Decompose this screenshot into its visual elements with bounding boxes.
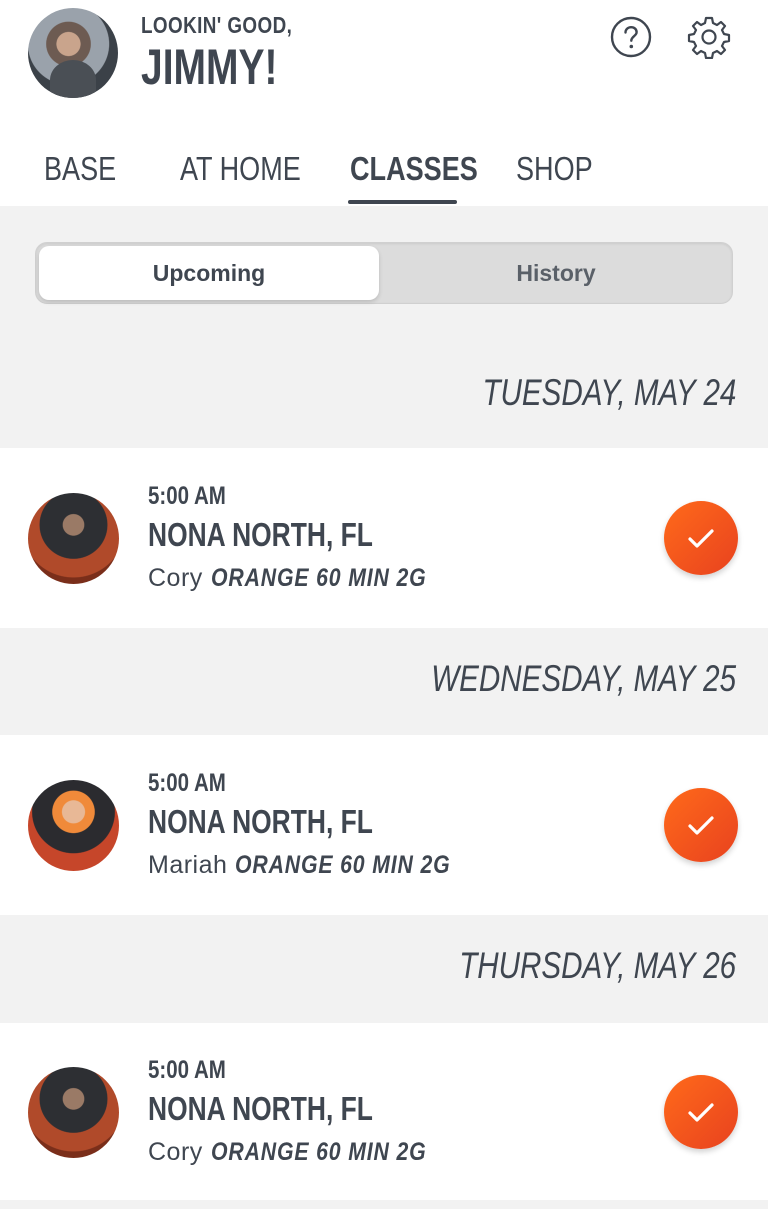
upcoming-history-toggle: Upcoming History [35, 242, 733, 304]
day-header: WEDNESDAY, MAY 25 [0, 628, 768, 735]
day-label: THURSDAY, MAY 26 [459, 945, 736, 986]
coach-avatar [28, 1067, 119, 1158]
class-time: 5:00 AM [148, 482, 226, 510]
app-header: LOOKIN' GOOD, JIMMY! [0, 0, 768, 120]
class-type: ORANGE 60 MIN 2G [210, 1138, 427, 1166]
class-card[interactable]: 5:00 AM NONA NORTH, FL Mariah ORANGE 60 M… [0, 735, 768, 915]
class-card[interactable]: 5:00 AM NONA NORTH, FL Cory ORANGE 60 MIN… [0, 1023, 768, 1200]
coach-avatar [28, 780, 119, 871]
settings-button[interactable] [687, 15, 731, 59]
booked-check-button[interactable] [664, 1075, 738, 1149]
coach-name: Cory [148, 564, 203, 592]
greeting-line1: LOOKIN' GOOD, [141, 12, 293, 38]
main-tabs: BASE AT HOME CLASSES SHOP [0, 140, 768, 206]
tab-base[interactable]: BASE [44, 150, 116, 188]
booked-check-button[interactable] [664, 788, 738, 862]
class-location: NONA NORTH, FL [148, 803, 373, 840]
booked-check-button[interactable] [664, 501, 738, 575]
help-button[interactable] [609, 15, 653, 59]
profile-avatar[interactable] [28, 8, 118, 98]
class-card[interactable]: 5:00 AM NONA NORTH, FL Cory ORANGE 60 MIN… [0, 448, 768, 628]
coach-avatar [28, 493, 119, 584]
segment-upcoming[interactable]: Upcoming [39, 246, 379, 300]
help-circle-icon [610, 16, 652, 58]
tab-shop[interactable]: SHOP [516, 150, 593, 188]
tab-classes[interactable]: CLASSES [350, 150, 478, 188]
day-header: TUESDAY, MAY 24 [0, 354, 768, 448]
class-coach-line: Mariah ORANGE 60 MIN 2G [148, 851, 489, 880]
check-icon [688, 529, 714, 548]
day-header: THURSDAY, MAY 26 [0, 915, 768, 1023]
greeting-name: JIMMY! [141, 39, 278, 95]
tab-at-home[interactable]: AT HOME [180, 150, 301, 188]
gear-icon [687, 16, 731, 59]
class-time: 5:00 AM [148, 769, 226, 797]
coach-name: Cory [148, 1138, 203, 1166]
active-tab-indicator [348, 200, 457, 204]
class-location: NONA NORTH, FL [148, 1090, 373, 1127]
segment-area: Upcoming History [0, 206, 768, 354]
class-coach-line: Cory ORANGE 60 MIN 2G [148, 564, 464, 593]
coach-name: Mariah [148, 851, 228, 879]
class-location: NONA NORTH, FL [148, 516, 373, 553]
bottom-band [0, 1200, 768, 1209]
class-type: ORANGE 60 MIN 2G [210, 564, 427, 592]
check-icon [688, 816, 714, 835]
day-label: WEDNESDAY, MAY 25 [431, 658, 736, 699]
class-coach-line: Cory ORANGE 60 MIN 2G [148, 1138, 464, 1167]
class-type: ORANGE 60 MIN 2G [235, 851, 451, 879]
segment-history[interactable]: History [382, 246, 730, 300]
check-icon [688, 1103, 714, 1122]
day-label: TUESDAY, MAY 24 [482, 372, 736, 413]
class-time: 5:00 AM [148, 1056, 226, 1084]
